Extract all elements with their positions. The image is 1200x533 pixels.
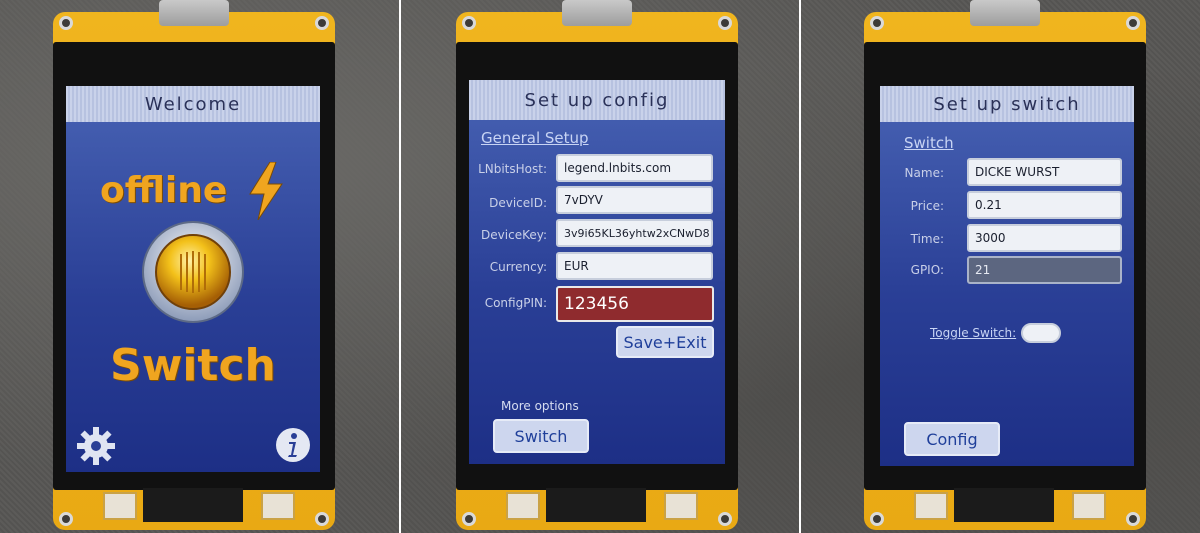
config-screen: Set up config General Setup LNbitsHost: …	[469, 80, 725, 464]
usb-connector	[970, 0, 1040, 26]
field-label: LNbitsHost:	[478, 162, 547, 176]
mount-hole	[870, 512, 884, 526]
name-input[interactable]: DICKE WURST	[967, 158, 1122, 186]
mount-hole	[1126, 512, 1140, 526]
field-label: DeviceKey:	[481, 228, 547, 242]
screen-title: Set up config	[469, 80, 725, 120]
save-exit-button[interactable]: Save+Exit	[616, 326, 714, 358]
toggle-switch-label: Toggle Switch:	[930, 326, 1017, 340]
connector-strip	[954, 488, 1054, 522]
screen-title: Set up switch	[880, 86, 1134, 122]
app-name: Switch	[110, 340, 276, 391]
mount-hole	[870, 16, 884, 30]
field-label: DeviceID:	[489, 196, 547, 210]
gpio-input[interactable]: 21	[967, 256, 1122, 284]
device-key-input[interactable]: 3v9i65KL36yhtw2xCNwD8	[556, 219, 713, 247]
config-button[interactable]: Config	[904, 422, 1000, 456]
field-label: GPIO:	[910, 263, 944, 277]
rgb-led-component	[664, 492, 698, 520]
led-component	[103, 492, 137, 520]
mount-hole	[462, 16, 476, 30]
currency-input[interactable]: EUR	[556, 252, 713, 280]
lightning-bolt-icon	[249, 162, 283, 220]
field-label: Price:	[910, 199, 944, 213]
toggle-switch[interactable]	[1021, 323, 1061, 343]
mount-hole	[315, 512, 329, 526]
mount-hole	[59, 512, 73, 526]
time-input[interactable]: 3000	[967, 224, 1122, 252]
mount-hole	[59, 16, 73, 30]
welcome-screen: Welcome offline Switch	[66, 86, 320, 472]
usb-connector	[159, 0, 229, 26]
switch-section-link[interactable]: Switch	[904, 134, 954, 152]
usb-connector	[562, 0, 632, 26]
mount-hole	[718, 16, 732, 30]
field-label: Currency:	[489, 260, 547, 274]
rgb-led-component	[1072, 492, 1106, 520]
mount-hole	[718, 512, 732, 526]
gear-icon[interactable]	[76, 426, 116, 466]
device-id-input[interactable]: 7vDYV	[556, 186, 713, 214]
screen-title: Welcome	[66, 86, 320, 122]
price-input[interactable]: 0.21	[967, 191, 1122, 219]
switch-setup-screen: Set up switch Switch Name: DICKE WURST P…	[880, 86, 1134, 466]
info-icon[interactable]	[274, 426, 312, 464]
connector-strip	[546, 488, 646, 522]
field-label: Name:	[904, 166, 944, 180]
field-label: ConfigPIN:	[484, 296, 547, 310]
rgb-led-component	[261, 492, 295, 520]
general-setup-link[interactable]: General Setup	[481, 129, 589, 147]
image-divider	[399, 0, 401, 533]
more-options-label: More options	[501, 399, 579, 413]
config-pin-input[interactable]: 123456	[556, 286, 714, 322]
status-text: offline	[100, 170, 228, 211]
connector-strip	[143, 488, 243, 522]
led-component	[914, 492, 948, 520]
field-label: Time:	[910, 232, 944, 246]
mount-hole	[315, 16, 329, 30]
image-divider	[799, 0, 801, 533]
led-component	[506, 492, 540, 520]
switch-button[interactable]: Switch	[493, 419, 589, 453]
lnbits-host-input[interactable]: legend.lnbits.com	[556, 154, 713, 182]
lamp-button-icon[interactable]	[141, 220, 245, 324]
mount-hole	[1126, 16, 1140, 30]
mount-hole	[462, 512, 476, 526]
